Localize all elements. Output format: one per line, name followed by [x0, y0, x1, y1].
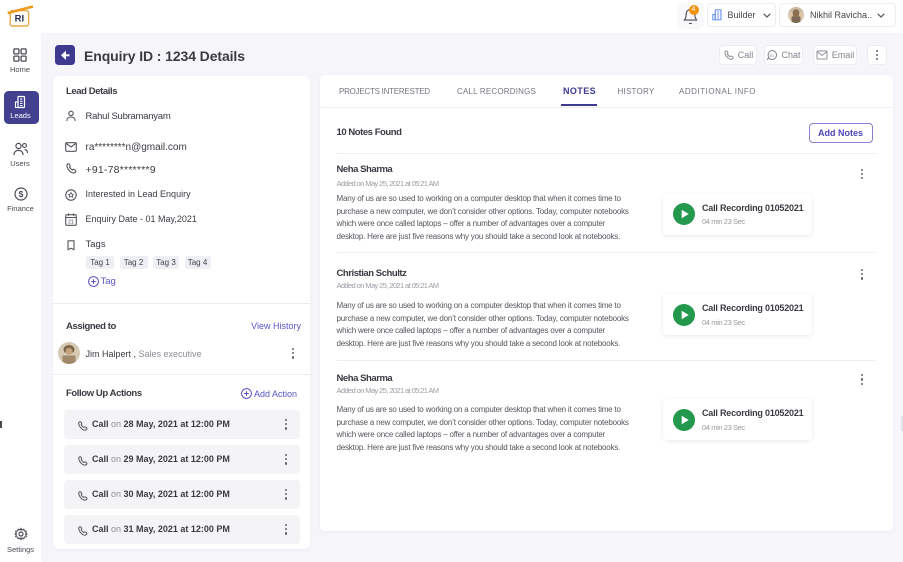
svg-text:$: $ — [19, 189, 24, 199]
svg-text:21: 21 — [68, 220, 74, 226]
svg-text:in: in — [771, 53, 775, 58]
svg-text:RI: RI — [15, 14, 25, 25]
